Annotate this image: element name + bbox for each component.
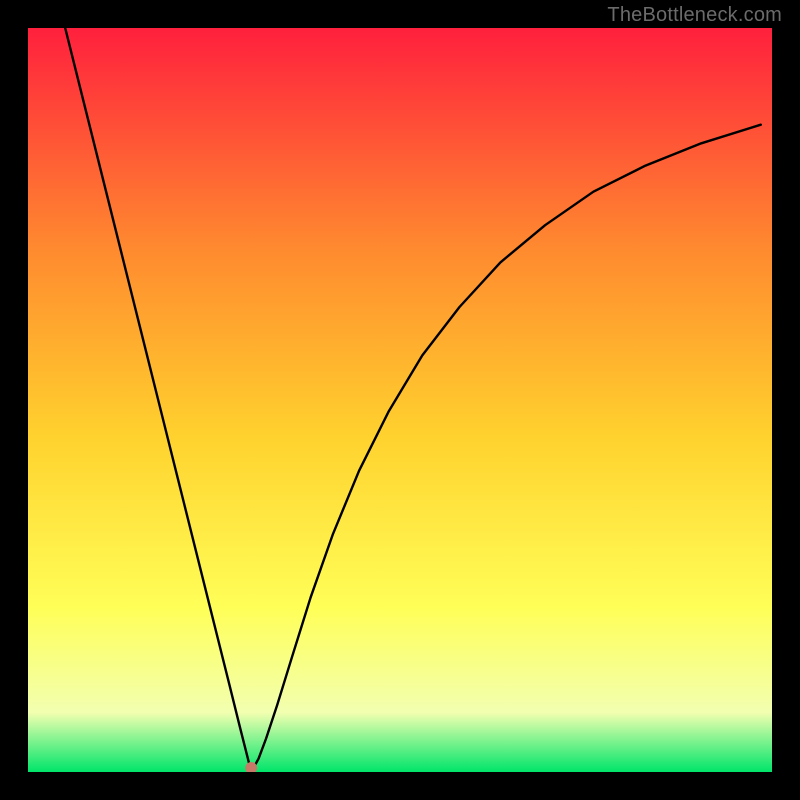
plot-area (28, 28, 772, 772)
chart-frame: TheBottleneck.com (0, 0, 800, 800)
watermark-text: TheBottleneck.com (607, 4, 782, 27)
bottleneck-curve (28, 28, 772, 772)
